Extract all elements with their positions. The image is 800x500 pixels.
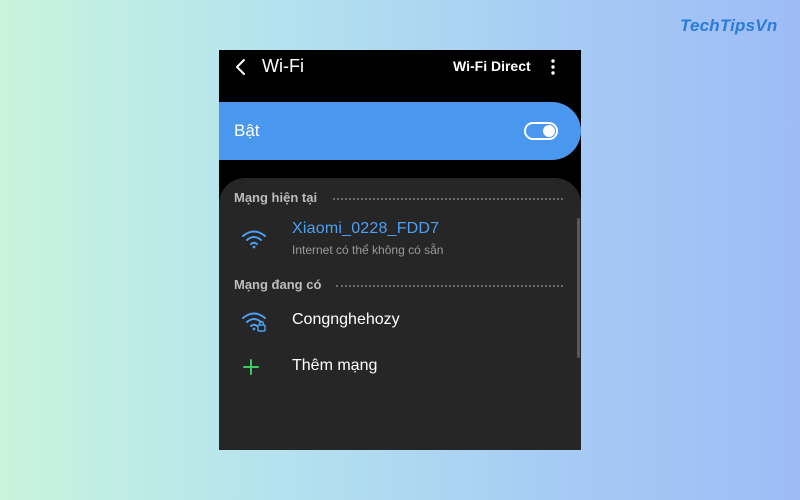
wifi-locked-icon [242,312,266,332]
chevron-left-icon[interactable] [233,58,249,76]
current-network-status: Internet có thể không có sẵn [292,243,444,257]
wifi-icon [242,230,266,249]
networks-card: Mạng hiện tại Xiaomi_0228_FDD7 Internet … [219,178,581,450]
wifi-settings-screen: Wi-Fi Wi-Fi Direct Bật Mạng hiện tại Xia… [219,50,581,450]
wifi-switch[interactable] [524,122,558,140]
add-network-row[interactable]: Thêm mạng [219,350,575,386]
techtipsvn-watermark: TechTipsVn [680,16,778,35]
wifi-direct-button[interactable]: Wi-Fi Direct [453,58,531,74]
wifi-toggle-row[interactable]: Bật [219,102,581,160]
network-row-congnghehozy[interactable]: Congnghehozy [219,302,575,342]
section-divider [333,198,563,200]
network-name: Congnghehozy [292,311,400,328]
top-app-bar: Wi-Fi Wi-Fi Direct [219,50,581,86]
current-network-row[interactable]: Xiaomi_0228_FDD7 Internet có thể không c… [219,216,575,264]
scrollbar[interactable] [577,218,580,358]
more-vertical-icon[interactable] [545,58,561,76]
plus-icon [243,359,259,375]
switch-knob [543,125,555,137]
wifi-toggle-label: Bật [234,121,260,140]
page-title: Wi-Fi [262,56,304,76]
add-network-label: Thêm mạng [292,357,378,374]
current-network-header: Mạng hiện tại [234,190,318,205]
section-divider [336,285,563,287]
current-network-name: Xiaomi_0228_FDD7 [292,220,440,237]
available-networks-header: Mạng đang có [234,277,322,292]
